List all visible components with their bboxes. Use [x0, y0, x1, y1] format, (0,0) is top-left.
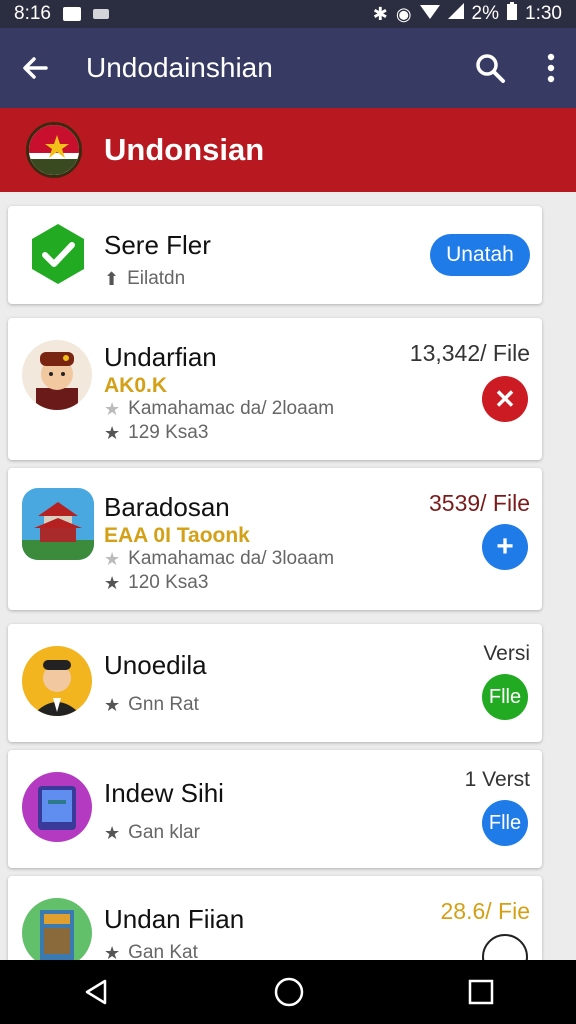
- wifi-icon: [419, 3, 440, 25]
- battery-icon: [507, 2, 518, 26]
- item-meta-text: Gnn Rat: [128, 694, 199, 715]
- system-nav-bar: [0, 960, 576, 1024]
- item-publisher-row: ★ Kamahamac da/ 2loaam: [104, 398, 334, 420]
- item-meta: ★ Gan klar: [104, 822, 200, 844]
- status-bar: 8:16 ✱ ◉ 2% 1:30: [0, 0, 576, 28]
- item-meta-text: Eilatdn: [127, 268, 186, 289]
- item-rating-row: ★ 120 Ksa3: [104, 572, 208, 594]
- app-icon: [22, 340, 92, 410]
- signal-icon: [447, 3, 464, 25]
- nav-home-icon[interactable]: [273, 976, 305, 1008]
- item-rating-row: ★ 129 Ksa3: [104, 422, 208, 444]
- banner-title: Undonsian: [104, 132, 265, 167]
- nav-back-icon[interactable]: [81, 977, 111, 1007]
- item-title: Undarfian: [104, 342, 217, 372]
- app-bar: Undodainshian: [0, 28, 576, 108]
- back-arrow-icon[interactable]: [20, 53, 50, 83]
- file-button[interactable]: Flle: [482, 674, 528, 720]
- list-item[interactable]: Baradosan EAA 0I Taoonk ★ Kamahamac da/ …: [8, 468, 542, 610]
- item-tag: AK0.K: [104, 374, 168, 397]
- file-button[interactable]: Flle: [482, 800, 528, 846]
- item-title: Sere Fler: [104, 230, 211, 260]
- item-meta: ★ Gnn Rat: [104, 694, 199, 716]
- list-item[interactable]: Unoedila ★ Gnn Rat Versi Flle: [8, 624, 542, 742]
- app-icon: [22, 646, 92, 716]
- item-size: 3539/ File: [428, 490, 530, 516]
- star-icon: ★: [104, 694, 121, 715]
- item-title: Undan Fiian: [104, 904, 245, 934]
- item-meta: ⬆ Eilatdn: [104, 268, 185, 290]
- app-icon: [22, 772, 92, 842]
- battery-percent: 2%: [471, 3, 500, 24]
- list-item[interactable]: Undan Fiian ★ Gan Kat 28.6/ Fie: [8, 876, 542, 980]
- item-version: Versi: [483, 642, 530, 665]
- more-vert-icon[interactable]: [546, 53, 556, 83]
- item-publisher: Kamahamac da/ 2loaam: [128, 398, 335, 419]
- header-banner: Undonsian: [0, 108, 576, 192]
- app-icon: [22, 488, 94, 560]
- app-title: Undodainshian: [86, 52, 273, 83]
- item-size: 13,342/ File: [409, 340, 530, 366]
- item-title: Indew Sihi: [104, 778, 224, 808]
- list-item[interactable]: Sere Fler ⬆ Eilatdn Unatah: [8, 206, 542, 304]
- item-size: 28.6/ Fie: [440, 898, 531, 924]
- list-item[interactable]: Indew Sihi ★ Gan klar 1 Verst Flle: [8, 750, 542, 868]
- star-icon: ★: [104, 548, 121, 569]
- check-icon: [26, 222, 90, 286]
- status-time: 8:16: [14, 3, 51, 24]
- item-rating: 120 Ksa3: [128, 572, 209, 593]
- bluetooth-icon: ✱: [372, 3, 388, 24]
- action-button[interactable]: Unatah: [430, 234, 530, 276]
- star-icon: ★: [104, 398, 121, 419]
- item-rating: 129 Ksa3: [128, 422, 209, 443]
- status-clock: 1:30: [525, 3, 562, 24]
- item-title: Unoedila: [104, 650, 207, 680]
- item-publisher: Kamahamac da/ 3loaam: [128, 548, 335, 569]
- star-icon: ★: [104, 822, 121, 843]
- item-publisher-row: ★ Kamahamac da/ 3loaam: [104, 548, 334, 570]
- flag-emblem-icon: [26, 122, 82, 178]
- remove-button[interactable]: ✕: [482, 376, 528, 422]
- star-icon: ★: [104, 422, 121, 443]
- notification-icon: [62, 7, 81, 21]
- pin-icon: ⬆: [104, 268, 120, 289]
- item-tag: EAA 0I Taoonk: [104, 524, 250, 547]
- item-title: Baradosan: [104, 492, 230, 522]
- alarm-icon: ◉: [395, 3, 412, 24]
- notification-icon: [92, 9, 109, 19]
- app-icon: [22, 898, 92, 968]
- plus-icon[interactable]: +: [482, 524, 528, 570]
- list-item[interactable]: Undarfian AK0.K ★ Kamahamac da/ 2loaam ★…: [8, 318, 542, 460]
- item-version: 1 Verst: [464, 768, 530, 791]
- nav-recents-icon[interactable]: [467, 978, 495, 1006]
- search-icon[interactable]: [474, 52, 506, 84]
- star-icon: ★: [104, 572, 121, 593]
- item-meta-text: Gan klar: [128, 822, 200, 843]
